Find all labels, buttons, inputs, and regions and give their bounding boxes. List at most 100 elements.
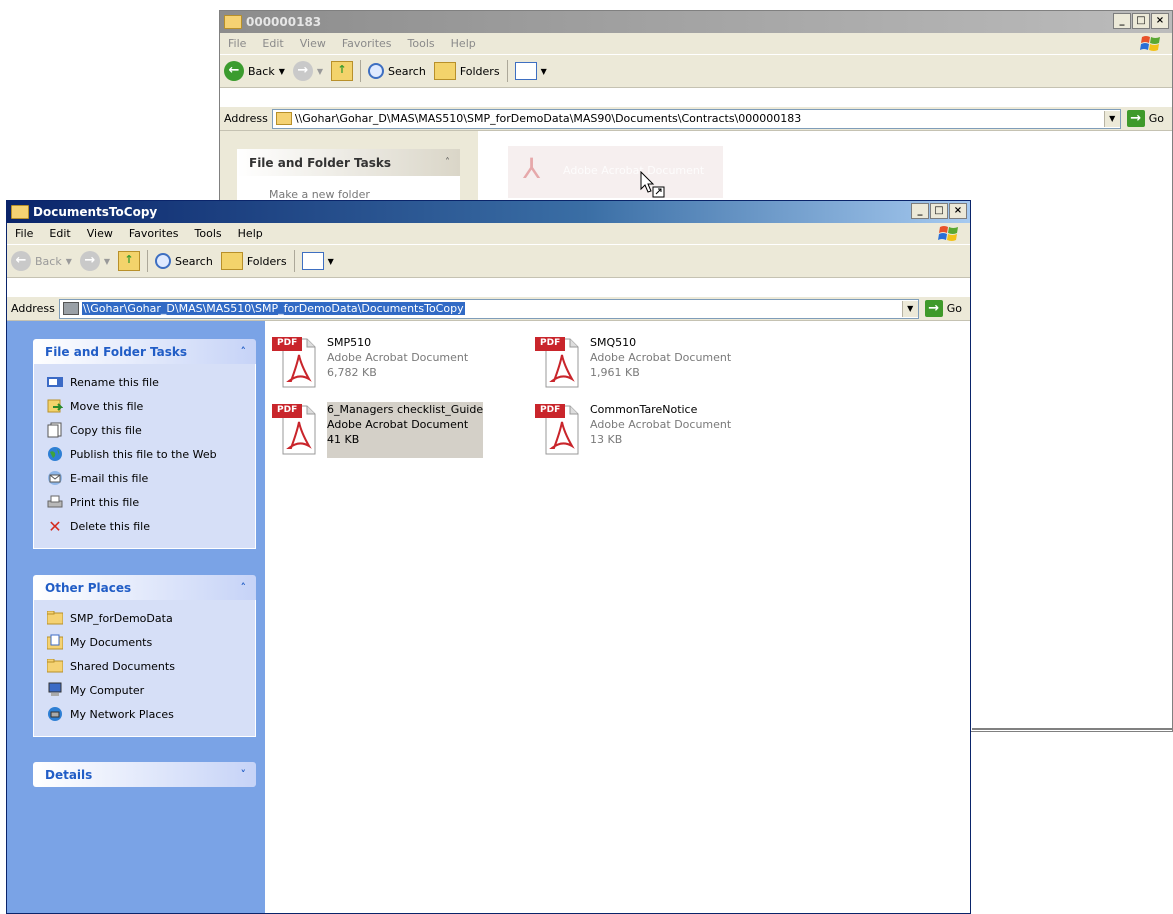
task-label: Delete this file: [70, 519, 150, 533]
place-my-computer[interactable]: My Computer: [46, 678, 255, 702]
place-smp-fordemodata[interactable]: SMP_forDemoData: [46, 606, 255, 630]
go-label: Go: [946, 302, 962, 315]
file-text: 6_Managers checklist_Guide Adobe Acrobat…: [327, 402, 484, 458]
menu-file[interactable]: File: [7, 227, 41, 240]
go-label: Go: [1148, 112, 1164, 125]
maximize-button[interactable]: □: [1132, 13, 1150, 29]
forward-button[interactable]: → ▼: [289, 58, 327, 84]
folders-icon: [220, 252, 243, 270]
close-button[interactable]: ×: [949, 203, 967, 219]
chevron-down-icon: ▼: [103, 256, 111, 266]
file-text: SMQ510 Adobe Acrobat Document 1,961 KB: [590, 335, 731, 391]
forward-button[interactable]: → ▼: [76, 248, 114, 274]
minimize-button[interactable]: _: [1113, 13, 1131, 29]
menu-help[interactable]: Help: [230, 227, 271, 240]
place-my-network-places[interactable]: My Network Places: [46, 702, 255, 726]
menu-view[interactable]: View: [292, 37, 334, 50]
back-button[interactable]: ← Back ▼: [220, 58, 289, 84]
pdf-file-icon: PDF: [271, 402, 321, 458]
back-button[interactable]: ← Back ▼: [7, 248, 76, 274]
folders-button[interactable]: Folders: [217, 248, 291, 274]
back-arrow-icon: ←: [11, 251, 31, 271]
expand-icon[interactable]: ˅: [241, 768, 247, 781]
address-dropdown-button[interactable]: ▼: [1103, 110, 1120, 127]
file-item-smq510[interactable]: PDF SMQ510 Adobe Acrobat Document 1,961 …: [534, 335, 731, 391]
mouse-cursor-icon: [640, 171, 665, 198]
file-type: Adobe Acrobat Document: [327, 351, 469, 364]
details-header[interactable]: Details ˅: [33, 762, 256, 787]
go-button[interactable]: → Go: [919, 300, 970, 317]
file-folder-tasks-title: File and Folder Tasks: [45, 344, 188, 359]
front-address-bar: Address \\Gohar\Gohar_D\MAS\MAS510\SMP_f…: [7, 297, 970, 321]
back-menubar: File Edit View Favorites Tools Help: [220, 33, 1172, 54]
toolbar-separator: [147, 250, 149, 272]
address-dropdown-button[interactable]: ▼: [901, 300, 918, 317]
back-label: Back: [248, 64, 275, 78]
file-type: Adobe Acrobat Document: [590, 418, 732, 431]
place-label: My Documents: [70, 635, 153, 649]
file-folder-tasks-header[interactable]: File and Folder Tasks ˄: [33, 339, 256, 364]
front-menubar: File Edit View Favorites Tools Help: [7, 223, 970, 244]
folders-button[interactable]: Folders: [430, 58, 504, 84]
up-folder-button[interactable]: ↑: [114, 248, 144, 274]
collapse-icon[interactable]: ˄: [241, 581, 247, 594]
folder-icon: [46, 657, 64, 675]
collapse-icon[interactable]: ˄: [241, 345, 247, 358]
task-print-file[interactable]: Print this file: [46, 490, 255, 514]
front-window-title: DocumentsToCopy: [33, 205, 158, 219]
menu-help[interactable]: Help: [443, 37, 484, 50]
go-button[interactable]: → Go: [1121, 110, 1172, 127]
menu-file[interactable]: File: [220, 37, 254, 50]
other-places-box: Other Places ˄ SMP_forDemoData My Docume…: [33, 575, 256, 737]
file-item-managers-checklist[interactable]: PDF 6_Managers checklist_Guide Adobe Acr…: [271, 402, 484, 458]
address-value: \\Gohar\Gohar_D\MAS\MAS510\SMP_forDemoDa…: [294, 112, 802, 125]
task-email-file[interactable]: E-mail this file: [46, 466, 255, 490]
menu-tools[interactable]: Tools: [400, 37, 443, 50]
menu-edit[interactable]: Edit: [41, 227, 78, 240]
task-publish-web[interactable]: Publish this file to the Web: [46, 442, 255, 466]
task-delete-file[interactable]: ✕ Delete this file: [46, 514, 255, 538]
other-places-header[interactable]: Other Places ˄: [33, 575, 256, 600]
search-label: Search: [175, 254, 213, 268]
task-move-file[interactable]: Move this file: [46, 394, 255, 418]
menu-view[interactable]: View: [79, 227, 121, 240]
address-input[interactable]: \\Gohar\Gohar_D\MAS\MAS510\SMP_forDemoDa…: [58, 298, 919, 319]
up-folder-button[interactable]: ↑: [327, 58, 357, 84]
file-item-commontarenotice[interactable]: PDF CommonTareNotice Adobe Acrobat Docum…: [534, 402, 731, 458]
print-icon: [46, 493, 64, 511]
address-input[interactable]: \\Gohar\Gohar_D\MAS\MAS510\SMP_forDemoDa…: [271, 108, 1121, 129]
task-pane: File and Folder Tasks ˄ Rename this file…: [7, 321, 265, 913]
search-button[interactable]: Search: [364, 58, 430, 84]
maximize-button[interactable]: □: [930, 203, 948, 219]
front-window-titlebar[interactable]: DocumentsToCopy _ □ ×: [7, 201, 970, 223]
up-folder-icon: ↑: [118, 251, 141, 271]
menu-edit[interactable]: Edit: [254, 37, 291, 50]
task-rename-file[interactable]: Rename this file: [46, 370, 255, 394]
place-label: Shared Documents: [70, 659, 175, 673]
toolbar-separator: [506, 60, 508, 82]
place-shared-documents[interactable]: Shared Documents: [46, 654, 255, 678]
task-copy-file[interactable]: Copy this file: [46, 418, 255, 442]
forward-arrow-icon: →: [79, 251, 100, 271]
views-button[interactable]: ▼: [298, 248, 338, 274]
search-button[interactable]: Search: [151, 248, 217, 274]
go-arrow-icon: →: [924, 300, 943, 317]
minimize-button[interactable]: _: [911, 203, 929, 219]
close-button[interactable]: ×: [1151, 13, 1169, 29]
back-window-titlebar[interactable]: 000000183 _ □ ×: [220, 11, 1172, 33]
place-label: SMP_forDemoData: [70, 611, 173, 625]
pdf-badge-label: PDF: [277, 405, 298, 415]
menu-favorites[interactable]: Favorites: [121, 227, 187, 240]
views-button[interactable]: ▼: [511, 58, 551, 84]
file-item-smp510[interactable]: PDF SMP510 Adobe Acrobat Document 6,782 …: [271, 335, 468, 391]
task-label: Publish this file to the Web: [70, 447, 217, 461]
menu-tools[interactable]: Tools: [187, 227, 230, 240]
folder-icon: [11, 205, 29, 219]
task-label: Print this file: [70, 495, 140, 509]
place-my-documents[interactable]: My Documents: [46, 630, 255, 654]
file-name: CommonTareNotice: [590, 403, 698, 416]
menu-favorites[interactable]: Favorites: [334, 37, 400, 50]
file-name: SMP510: [327, 336, 372, 349]
chevron-down-icon: ▼: [316, 66, 324, 76]
back-task-box-header[interactable]: File and Folder Tasks ˄: [237, 149, 460, 176]
